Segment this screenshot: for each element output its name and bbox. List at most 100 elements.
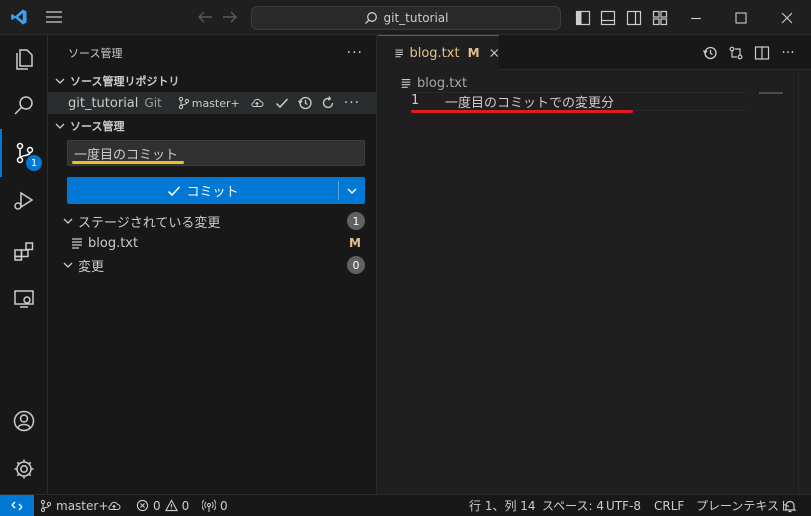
repos-section-header[interactable]: ソース管理リポジトリ bbox=[48, 70, 377, 92]
branch-status[interactable]: master+ bbox=[40, 495, 108, 516]
toggle-secondary-sidebar-icon[interactable] bbox=[626, 10, 642, 26]
maximize-icon[interactable] bbox=[733, 10, 749, 26]
cursor-position-text: 行 1、列 14 bbox=[469, 499, 536, 513]
commit-message-text: 一度目のコミット bbox=[74, 147, 179, 163]
bell-icon bbox=[783, 500, 797, 512]
search-icon bbox=[364, 12, 377, 24]
close-window-icon[interactable] bbox=[779, 10, 795, 26]
remote-icon bbox=[11, 501, 23, 510]
source-control-icon[interactable]: 1 bbox=[0, 129, 48, 177]
code-line[interactable]: 一度目のコミットでの変更分 bbox=[445, 92, 614, 111]
extensions-icon[interactable] bbox=[0, 227, 48, 275]
tab-blog-txt[interactable]: blog.txt M bbox=[378, 35, 499, 70]
staged-file-name: blog.txt bbox=[88, 235, 139, 251]
commit-message-underline bbox=[72, 161, 184, 164]
line-number: 1 bbox=[411, 93, 419, 108]
cursor-position[interactable]: 行 1、列 14 bbox=[469, 495, 536, 516]
commit-button-label: コミット bbox=[186, 185, 239, 200]
text-file-icon bbox=[395, 49, 403, 58]
editor-more-icon[interactable]: ··· bbox=[778, 43, 798, 63]
breadcrumb[interactable]: blog.txt bbox=[400, 73, 467, 93]
tab-label: blog.txt bbox=[409, 45, 460, 61]
sidebar-title: ソース管理 bbox=[68, 47, 123, 60]
indentation[interactable]: スペース: 4 bbox=[542, 495, 604, 516]
status-bar: master+ 0 0 0 行 1、列 14 スペース: 4 UTF-8 CRL… bbox=[0, 494, 811, 516]
remote-explorer-icon[interactable] bbox=[0, 275, 48, 323]
command-center-search[interactable]: git_tutorial bbox=[251, 6, 561, 30]
search-sidebar-icon[interactable] bbox=[0, 81, 48, 129]
language-text: プレーンテキスト bbox=[696, 499, 792, 513]
open-changes-icon[interactable] bbox=[726, 43, 746, 63]
vscode-logo-icon bbox=[10, 8, 28, 26]
accounts-icon[interactable] bbox=[0, 397, 48, 445]
warning-icon bbox=[164, 499, 178, 512]
scrollbar-track[interactable] bbox=[798, 70, 799, 494]
repo-type: Git bbox=[144, 96, 162, 110]
split-editor-icon[interactable] bbox=[752, 43, 772, 63]
minimap[interactable] bbox=[759, 92, 783, 94]
close-icon[interactable] bbox=[489, 47, 499, 59]
repo-branch[interactable]: master+ bbox=[192, 97, 240, 110]
editor-area: blog.txt M ··· blog.txt 1 一度目のコミットでの変更分 bbox=[378, 35, 811, 494]
breadcrumb-file: blog.txt bbox=[417, 75, 468, 91]
run-debug-icon[interactable] bbox=[0, 177, 48, 225]
changes-label: 変更 bbox=[78, 259, 105, 275]
open-timeline-icon[interactable] bbox=[700, 43, 720, 63]
encoding[interactable]: UTF-8 bbox=[606, 495, 641, 516]
changes-count-badge: 0 bbox=[347, 256, 365, 274]
changes-header[interactable]: 変更 0 bbox=[48, 254, 377, 276]
repo-more-icon[interactable]: ··· bbox=[344, 95, 360, 111]
forward-arrow-icon[interactable] bbox=[222, 10, 238, 24]
scm-header-label: ソース管理 bbox=[70, 120, 125, 133]
activity-bar: 1 bbox=[0, 35, 48, 494]
problems-status[interactable]: 0 0 bbox=[136, 495, 189, 516]
chevron-down-icon bbox=[347, 188, 357, 194]
encoding-text: UTF-8 bbox=[606, 498, 641, 513]
remote-indicator[interactable] bbox=[0, 495, 34, 516]
more-actions-icon[interactable]: ··· bbox=[347, 45, 363, 61]
chevron-down-icon bbox=[55, 123, 65, 129]
staged-changes-header[interactable]: ステージされている変更 1 bbox=[48, 210, 377, 232]
code-line-underline bbox=[411, 110, 633, 113]
ports-status[interactable]: 0 bbox=[202, 495, 228, 516]
customize-layout-icon[interactable] bbox=[652, 10, 668, 26]
source-control-sidebar: ソース管理 ··· ソース管理リポジトリ git_tutorial Git ma… bbox=[48, 35, 377, 494]
commit-button[interactable]: コミット bbox=[67, 177, 338, 204]
tab-status: M bbox=[467, 46, 480, 60]
sync-status[interactable] bbox=[107, 495, 121, 516]
repos-header-label: ソース管理リポジトリ bbox=[70, 75, 180, 88]
minimize-icon[interactable] bbox=[688, 10, 704, 26]
staged-count-badge: 1 bbox=[347, 212, 365, 230]
history-icon[interactable] bbox=[297, 95, 313, 111]
repo-row[interactable]: git_tutorial Git master+ ··· bbox=[48, 92, 377, 114]
back-arrow-icon[interactable] bbox=[197, 10, 213, 24]
chevron-down-icon bbox=[63, 218, 73, 224]
language-mode[interactable]: プレーンテキスト bbox=[696, 495, 791, 516]
scm-badge: 1 bbox=[26, 155, 42, 171]
end-of-line[interactable]: CRLF bbox=[654, 495, 684, 516]
commit-check-icon[interactable] bbox=[274, 95, 290, 111]
scm-section-header[interactable]: ソース管理 bbox=[48, 115, 377, 137]
staged-file-row[interactable]: blog.txt M bbox=[48, 232, 377, 254]
staged-file-status: M bbox=[349, 236, 361, 250]
broadcast-icon bbox=[202, 499, 216, 512]
branch-name: master+ bbox=[56, 498, 109, 513]
cloud-sync-icon[interactable] bbox=[250, 96, 264, 110]
commit-dropdown-button[interactable] bbox=[339, 177, 365, 204]
search-text: git_tutorial bbox=[383, 11, 449, 25]
refresh-icon[interactable] bbox=[320, 95, 336, 111]
cloud-sync-icon bbox=[108, 501, 121, 510]
branch-icon bbox=[178, 96, 189, 110]
menu-icon[interactable] bbox=[45, 9, 63, 25]
settings-gear-icon[interactable] bbox=[0, 445, 48, 493]
staged-label: ステージされている変更 bbox=[78, 215, 221, 231]
repo-name: git_tutorial bbox=[68, 95, 139, 111]
notifications[interactable] bbox=[783, 495, 797, 516]
title-bar: git_tutorial bbox=[0, 0, 811, 35]
commit-button-group: コミット bbox=[67, 177, 365, 204]
toggle-panel-icon[interactable] bbox=[600, 10, 616, 26]
toggle-primary-sidebar-icon[interactable] bbox=[575, 10, 591, 26]
explorer-icon[interactable] bbox=[0, 35, 48, 83]
text-file-icon bbox=[72, 238, 82, 249]
text-file-icon bbox=[401, 79, 411, 88]
